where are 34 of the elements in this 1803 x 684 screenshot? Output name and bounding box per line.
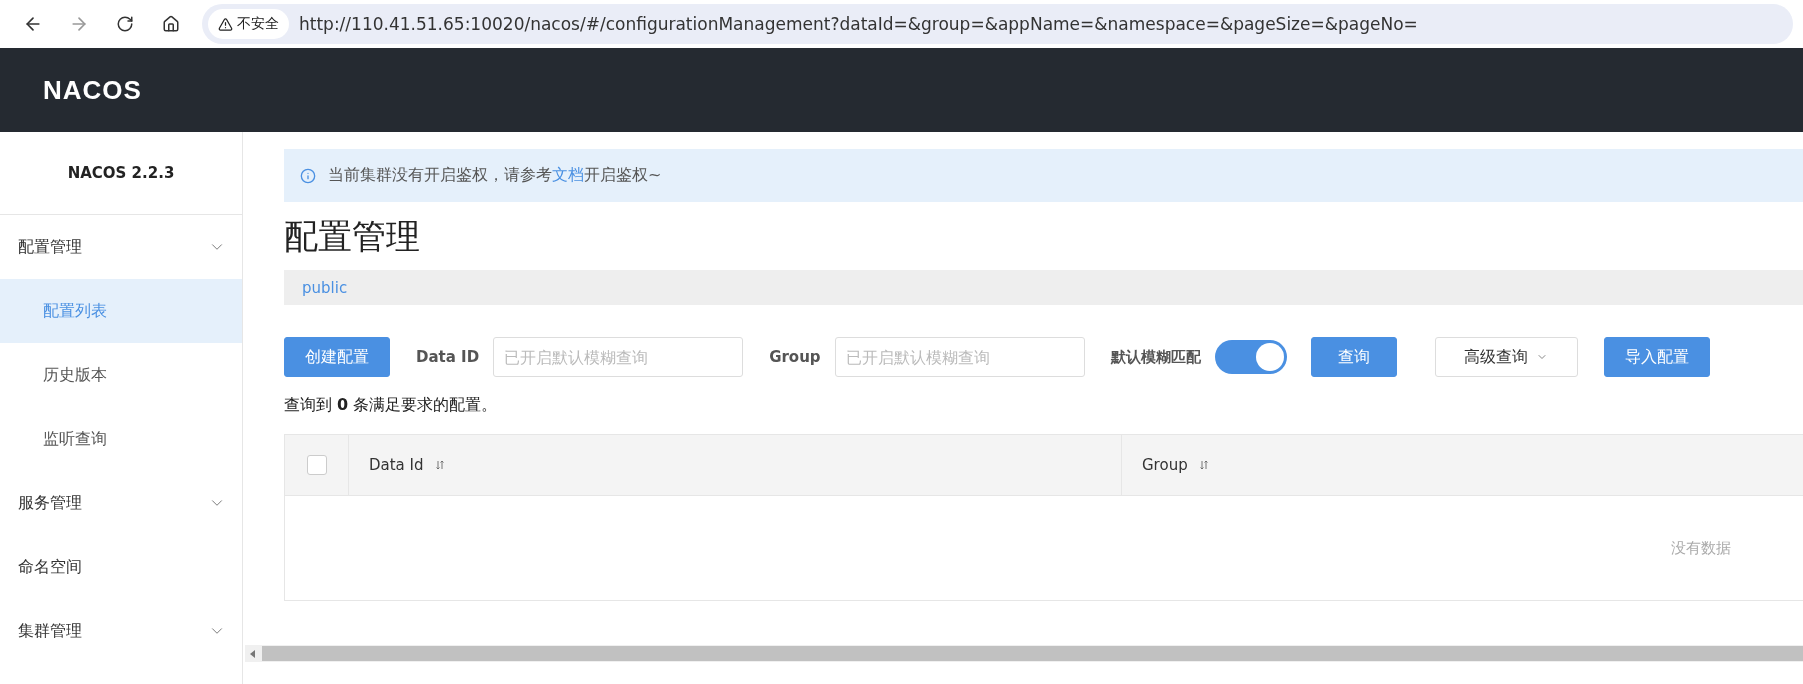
field-label: Group [769, 348, 821, 366]
advanced-query-button[interactable]: 高级查询 [1434, 337, 1578, 377]
select-all-checkbox[interactable] [306, 455, 327, 475]
submenu-item[interactable]: 监听查询 [0, 407, 242, 471]
column-header[interactable]: Group [1142, 456, 1188, 474]
sort-icon[interactable] [1199, 460, 1208, 470]
home-icon[interactable] [162, 15, 180, 33]
security-label: 不安全 [237, 15, 279, 33]
fuzzy-label: 默认模糊匹配 [1110, 347, 1201, 367]
page-title: 配置管理 [284, 215, 421, 258]
fuzzy-toggle[interactable] [1214, 340, 1287, 374]
notice-text: 当前集群没有开启鉴权，请参考文档开启鉴权~ [328, 165, 662, 186]
scroll-left-icon[interactable] [250, 649, 256, 658]
address-bar[interactable]: 不安全 http://110.41.51.65:10020/nacos/#/configurationManagement?dataId=&group=&appName=&namespace=&pageSize=&pageNo= [202, 4, 1793, 44]
logo[interactable]: NACOS [43, 74, 142, 106]
horizontal-scrollbar[interactable] [245, 645, 1803, 662]
version-label: NACOS 2.2.3 [0, 132, 242, 215]
menu-item[interactable]: 配置管理 [0, 215, 242, 279]
field-label: Data ID [416, 348, 480, 366]
submenu-item[interactable]: 历史版本 [0, 343, 242, 407]
url-text: http://110.41.51.65:10020/nacos/#/configurationManagement?dataId=&group=&appName=&namespace=&pageSize=&pageNo= [299, 14, 1418, 34]
menu-item[interactable]: 命名空间 [0, 535, 242, 599]
info-icon [300, 167, 316, 184]
security-chip[interactable]: 不安全 [208, 9, 289, 39]
column-header[interactable]: Data Id [369, 456, 424, 474]
reload-icon[interactable] [116, 15, 134, 33]
data-id-field[interactable]: 已开启默认模糊查询 [493, 337, 744, 377]
empty-text: 没有数据 [1671, 538, 1731, 558]
sort-icon[interactable] [435, 460, 444, 470]
menu-item[interactable]: 集群管理 [0, 599, 242, 663]
menu-item[interactable]: 服务管理 [0, 471, 242, 535]
result-summary: 查询到 0 条满足要求的配置。 [284, 395, 499, 416]
warning-icon [218, 16, 233, 32]
group-field[interactable]: 已开启默认模糊查询 [834, 337, 1085, 377]
